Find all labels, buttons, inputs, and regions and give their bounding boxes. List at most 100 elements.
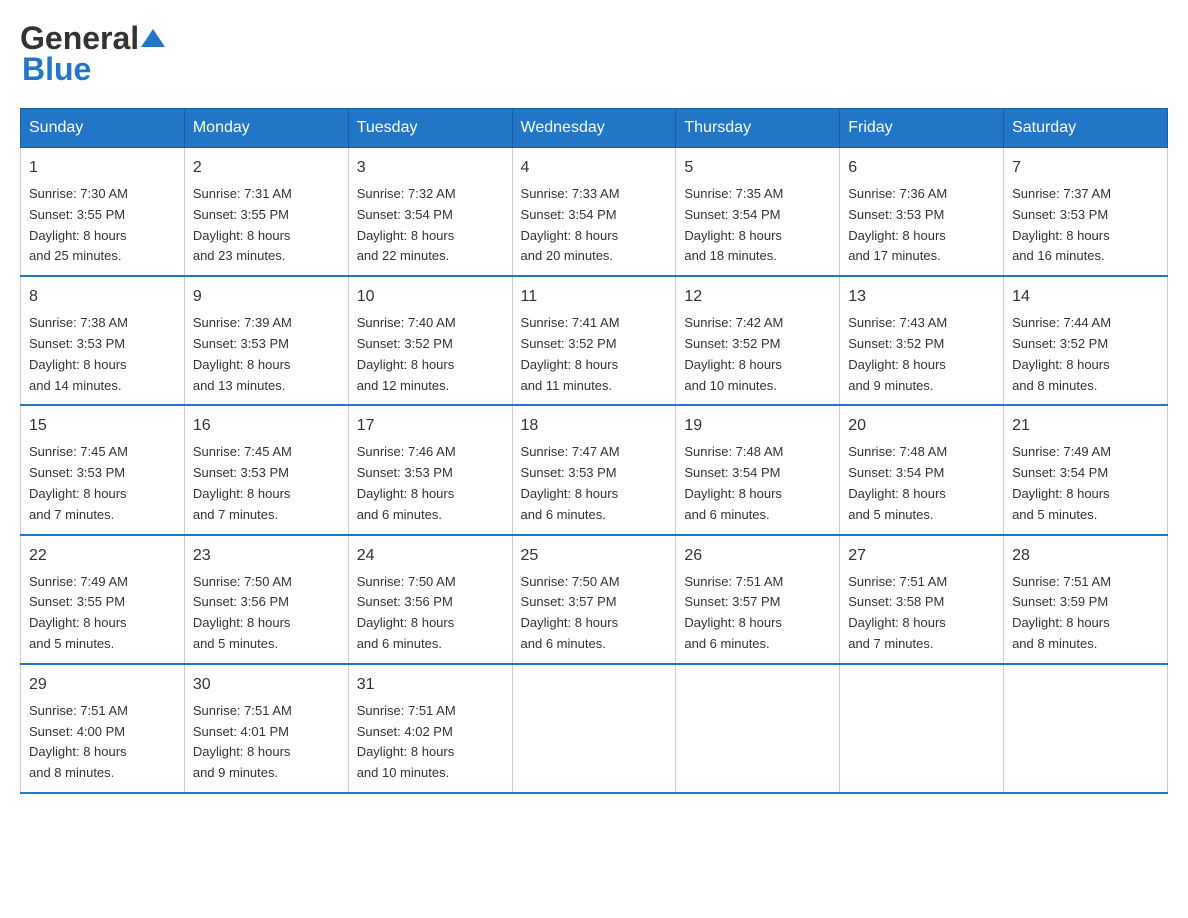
calendar-day-cell: 25 Sunrise: 7:50 AM Sunset: 3:57 PM Dayl… [512,535,676,664]
day-number: 22 [29,544,176,568]
day-number: 18 [521,414,668,438]
day-number: 6 [848,156,995,180]
calendar-day-cell: 26 Sunrise: 7:51 AM Sunset: 3:57 PM Dayl… [676,535,840,664]
daylight-minutes: and 5 minutes. [1012,507,1097,522]
daylight-label: Daylight: 8 hours [193,615,291,630]
day-info: Sunrise: 7:46 AM Sunset: 3:53 PM Dayligh… [357,442,504,525]
sunset-label: Sunset: 3:53 PM [357,465,453,480]
daylight-label: Daylight: 8 hours [521,615,619,630]
day-info: Sunrise: 7:38 AM Sunset: 3:53 PM Dayligh… [29,313,176,396]
calendar-day-cell: 27 Sunrise: 7:51 AM Sunset: 3:58 PM Dayl… [840,535,1004,664]
daylight-minutes: and 5 minutes. [848,507,933,522]
daylight-label: Daylight: 8 hours [193,744,291,759]
day-number: 26 [684,544,831,568]
daylight-label: Daylight: 8 hours [848,486,946,501]
sunrise-label: Sunrise: 7:49 AM [29,574,128,589]
sunrise-label: Sunrise: 7:51 AM [684,574,783,589]
daylight-minutes: and 6 minutes. [357,636,442,651]
day-of-week-header: Wednesday [512,109,676,148]
sunset-label: Sunset: 3:53 PM [193,465,289,480]
calendar-week-row: 15 Sunrise: 7:45 AM Sunset: 3:53 PM Dayl… [21,405,1168,534]
daylight-minutes: and 5 minutes. [193,636,278,651]
daylight-label: Daylight: 8 hours [848,357,946,372]
day-of-week-header: Monday [184,109,348,148]
calendar-day-cell: 3 Sunrise: 7:32 AM Sunset: 3:54 PM Dayli… [348,148,512,277]
daylight-label: Daylight: 8 hours [357,486,455,501]
calendar-day-cell: 1 Sunrise: 7:30 AM Sunset: 3:55 PM Dayli… [21,148,185,277]
day-info: Sunrise: 7:45 AM Sunset: 3:53 PM Dayligh… [29,442,176,525]
daylight-minutes: and 6 minutes. [357,507,442,522]
day-number: 4 [521,156,668,180]
day-number: 7 [1012,156,1159,180]
daylight-minutes: and 11 minutes. [521,378,613,393]
sunset-label: Sunset: 3:55 PM [29,207,125,222]
daylight-label: Daylight: 8 hours [193,357,291,372]
daylight-minutes: and 17 minutes. [848,248,941,263]
sunset-label: Sunset: 3:58 PM [848,594,944,609]
sunrise-label: Sunrise: 7:48 AM [848,444,947,459]
daylight-label: Daylight: 8 hours [848,228,946,243]
daylight-minutes: and 5 minutes. [29,636,114,651]
daylight-minutes: and 8 minutes. [1012,378,1097,393]
calendar-day-cell: 18 Sunrise: 7:47 AM Sunset: 3:53 PM Dayl… [512,405,676,534]
day-info: Sunrise: 7:43 AM Sunset: 3:52 PM Dayligh… [848,313,995,396]
sunrise-label: Sunrise: 7:45 AM [29,444,128,459]
daylight-label: Daylight: 8 hours [684,615,782,630]
daylight-label: Daylight: 8 hours [848,615,946,630]
calendar-day-cell [512,664,676,793]
sunrise-label: Sunrise: 7:39 AM [193,315,292,330]
sunrise-label: Sunrise: 7:43 AM [848,315,947,330]
day-number: 25 [521,544,668,568]
calendar-day-cell: 13 Sunrise: 7:43 AM Sunset: 3:52 PM Dayl… [840,276,1004,405]
daylight-label: Daylight: 8 hours [1012,615,1110,630]
sunrise-label: Sunrise: 7:49 AM [1012,444,1111,459]
calendar-day-cell: 10 Sunrise: 7:40 AM Sunset: 3:52 PM Dayl… [348,276,512,405]
day-number: 30 [193,673,340,697]
daylight-label: Daylight: 8 hours [29,357,127,372]
day-number: 5 [684,156,831,180]
daylight-minutes: and 10 minutes. [357,765,450,780]
day-number: 3 [357,156,504,180]
day-number: 11 [521,285,668,309]
daylight-label: Daylight: 8 hours [1012,228,1110,243]
day-number: 9 [193,285,340,309]
sunrise-label: Sunrise: 7:45 AM [193,444,292,459]
sunrise-label: Sunrise: 7:50 AM [521,574,620,589]
sunset-label: Sunset: 3:56 PM [357,594,453,609]
calendar-day-cell: 24 Sunrise: 7:50 AM Sunset: 3:56 PM Dayl… [348,535,512,664]
calendar-day-cell: 28 Sunrise: 7:51 AM Sunset: 3:59 PM Dayl… [1004,535,1168,664]
calendar-header-row: SundayMondayTuesdayWednesdayThursdayFrid… [21,109,1168,148]
calendar-day-cell: 9 Sunrise: 7:39 AM Sunset: 3:53 PM Dayli… [184,276,348,405]
calendar-day-cell: 11 Sunrise: 7:41 AM Sunset: 3:52 PM Dayl… [512,276,676,405]
daylight-minutes: and 9 minutes. [193,765,278,780]
calendar-day-cell: 14 Sunrise: 7:44 AM Sunset: 3:52 PM Dayl… [1004,276,1168,405]
day-info: Sunrise: 7:39 AM Sunset: 3:53 PM Dayligh… [193,313,340,396]
sunset-label: Sunset: 3:54 PM [1012,465,1108,480]
daylight-minutes: and 14 minutes. [29,378,122,393]
sunset-label: Sunset: 3:53 PM [848,207,944,222]
daylight-label: Daylight: 8 hours [357,615,455,630]
sunrise-label: Sunrise: 7:36 AM [848,186,947,201]
daylight-minutes: and 6 minutes. [684,507,769,522]
calendar-day-cell: 16 Sunrise: 7:45 AM Sunset: 3:53 PM Dayl… [184,405,348,534]
day-info: Sunrise: 7:51 AM Sunset: 4:01 PM Dayligh… [193,701,340,784]
daylight-minutes: and 9 minutes. [848,378,933,393]
daylight-minutes: and 7 minutes. [848,636,933,651]
sunrise-label: Sunrise: 7:35 AM [684,186,783,201]
day-info: Sunrise: 7:42 AM Sunset: 3:52 PM Dayligh… [684,313,831,396]
day-info: Sunrise: 7:50 AM Sunset: 3:57 PM Dayligh… [521,572,668,655]
daylight-label: Daylight: 8 hours [1012,486,1110,501]
day-of-week-header: Saturday [1004,109,1168,148]
sunset-label: Sunset: 4:01 PM [193,724,289,739]
daylight-minutes: and 6 minutes. [684,636,769,651]
daylight-label: Daylight: 8 hours [684,486,782,501]
sunset-label: Sunset: 3:52 PM [1012,336,1108,351]
calendar-day-cell: 31 Sunrise: 7:51 AM Sunset: 4:02 PM Dayl… [348,664,512,793]
calendar-day-cell [676,664,840,793]
sunrise-label: Sunrise: 7:51 AM [848,574,947,589]
sunrise-label: Sunrise: 7:38 AM [29,315,128,330]
calendar-day-cell: 5 Sunrise: 7:35 AM Sunset: 3:54 PM Dayli… [676,148,840,277]
day-info: Sunrise: 7:51 AM Sunset: 3:58 PM Dayligh… [848,572,995,655]
daylight-minutes: and 20 minutes. [521,248,614,263]
sunrise-label: Sunrise: 7:42 AM [684,315,783,330]
